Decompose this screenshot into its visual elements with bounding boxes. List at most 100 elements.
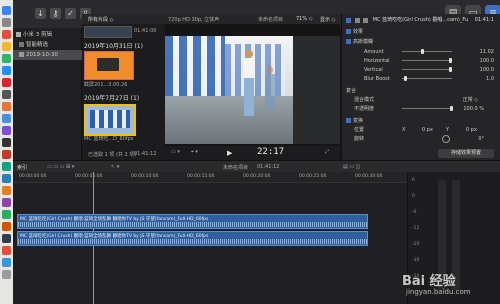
app-icon-orange-3[interactable] — [2, 222, 11, 231]
import-icon[interactable]: ↓ — [35, 8, 46, 19]
blend-mode-select[interactable]: 正常 ◇ — [463, 96, 478, 104]
save-preset-button[interactable]: 存储效果预置 — [438, 149, 494, 158]
app-icon-red[interactable] — [2, 30, 11, 39]
app-icon-purple[interactable] — [2, 126, 11, 135]
timeline-tools-icons[interactable]: ▭ ▭ ▭ ⊞ ▾ — [47, 164, 74, 170]
app-icon-blue-4[interactable] — [2, 258, 11, 267]
app-icon-orange[interactable] — [2, 102, 11, 111]
param-value[interactable]: 11.02 — [480, 48, 494, 56]
app-icon-blue-2[interactable] — [2, 114, 11, 123]
event-item-selected[interactable]: 2019-10-30 — [13, 50, 87, 60]
param-value[interactable]: 1.0 — [486, 75, 494, 83]
opacity-value[interactable]: 100.0 % — [463, 105, 484, 113]
app-icon-orange-2[interactable] — [2, 186, 11, 195]
meter-tick: -20 — [412, 242, 420, 247]
checkbox-blur[interactable] — [346, 39, 351, 44]
fullscreen-icon[interactable]: ⤢ — [325, 149, 329, 155]
app-icon-red-2[interactable] — [2, 78, 11, 87]
param-slider[interactable] — [402, 76, 452, 81]
date-group-header[interactable]: 2019年10月31日 (1) — [84, 41, 143, 50]
timeline-clip[interactable]: MC 蓝琦吃吃(Girl Crush) 翻唱·蓝琦全场乱舞 翻唱你TV by J… — [17, 231, 368, 246]
meter-tick: 0 — [412, 194, 415, 199]
app-icon-red-3[interactable] — [2, 150, 11, 159]
tool-select-icon[interactable]: ↖ ▾ — [111, 164, 119, 170]
param-value[interactable]: 100.0 — [480, 66, 494, 74]
timeline-view-icons[interactable]: ▤ ▭ ◫ — [343, 164, 360, 170]
finder-icon[interactable] — [2, 6, 11, 15]
launchpad-icon[interactable] — [2, 18, 11, 27]
app-icon-purple-2[interactable] — [2, 198, 11, 207]
composite-label: 复合 — [346, 88, 357, 94]
app-icon-blue-3[interactable] — [2, 174, 11, 183]
transform-section[interactable]: 变换 — [346, 117, 498, 125]
slider-knob[interactable] — [404, 76, 408, 81]
clip-thumbnail-top[interactable] — [84, 26, 132, 38]
ruler-tick: 00:00:00:00 — [19, 174, 47, 179]
opacity-row: 不透明度 100.0 % — [346, 105, 498, 113]
effect-name: 高斯模糊 — [353, 39, 374, 45]
library-item-label: 小米 3 剪辑 — [23, 32, 52, 38]
audio-inspector-icon[interactable] — [354, 17, 360, 23]
info-inspector-icon[interactable] — [363, 17, 369, 23]
rotation-value[interactable]: 0° — [478, 135, 484, 143]
position-row: 位置 X 0 px Y 0 px — [346, 126, 498, 134]
param-slider[interactable] — [402, 67, 452, 72]
slider-knob[interactable] — [449, 67, 452, 72]
composite-section[interactable]: 复合 — [346, 87, 498, 95]
final-cut-icon[interactable] — [2, 138, 11, 147]
effects-section[interactable]: 效果 — [346, 28, 498, 36]
meter-tick: -6 — [412, 210, 417, 215]
effect-gaussian-blur[interactable]: 高斯模糊 — [346, 38, 498, 46]
param-value[interactable]: 100.0 — [480, 57, 494, 65]
date-group-header[interactable]: 2019年7月27日 (1) — [84, 93, 139, 102]
clip-thumbnail-selected[interactable] — [84, 104, 136, 136]
check-icon[interactable]: ✓ — [65, 8, 76, 19]
trash-icon[interactable] — [2, 270, 11, 279]
inspector-clip-title: MC 蓝琦吃吃(Girl Crush) 翻唱...cam)_Full-HD_60… — [372, 17, 468, 23]
person-head — [245, 50, 253, 58]
param-slider[interactable] — [402, 49, 452, 54]
display-select[interactable]: 显示 ◇ — [320, 16, 335, 23]
timeline-duration: 01:41:12 — [257, 164, 280, 170]
timeline-clip[interactable]: MC 蓝琦吃吃(Girl Crush) 翻唱·蓝琦全场乱舞 翻唱你TV by J… — [17, 214, 368, 229]
effects-label: 效果 — [353, 29, 364, 35]
rotation-label: 旋转 — [354, 136, 365, 142]
checkbox-effects[interactable] — [346, 29, 351, 34]
app-icon-teal[interactable] — [2, 162, 11, 171]
play-icon[interactable]: ▶ — [227, 149, 232, 157]
app-icon-green-2[interactable] — [2, 210, 11, 219]
position-y-value[interactable]: 0 px — [466, 126, 477, 134]
index-button[interactable]: 索引 — [17, 164, 27, 171]
timeline-ruler[interactable]: 00:00:00:00 00:00:05:00 00:00:10:00 00:0… — [13, 172, 407, 183]
position-x-value[interactable]: 0 px — [422, 126, 433, 134]
app-icon-red-4[interactable] — [2, 246, 11, 255]
timeline[interactable]: 00:00:00:00 00:00:05:00 00:00:10:00 00:0… — [13, 172, 407, 304]
video-inspector-icon[interactable] — [346, 17, 351, 23]
smart-collection-item[interactable]: 智能精选 — [13, 40, 87, 50]
slider-knob[interactable] — [449, 58, 452, 63]
meter-tick: -12 — [412, 226, 420, 231]
viewer-mode-menu[interactable]: ▭ ▾ — [171, 149, 180, 155]
ruler-tick: 00:00:05:00 — [75, 174, 103, 179]
app-icon-yellow[interactable] — [2, 42, 11, 51]
app-icon-blue[interactable] — [2, 66, 11, 75]
rotation-dial[interactable] — [442, 135, 450, 143]
viewer-tool-menu[interactable]: ⌖ ▾ — [191, 149, 198, 155]
app-icon-green[interactable] — [2, 54, 11, 63]
browser-filter[interactable]: 所有片段 ◇ — [88, 16, 113, 23]
slider-knob[interactable] — [420, 49, 424, 54]
app-icon-dark[interactable] — [2, 234, 11, 243]
slider-knob[interactable] — [450, 106, 453, 111]
zoom-select[interactable]: 71% ◇ — [296, 16, 313, 22]
app-icon-gray[interactable] — [2, 90, 11, 99]
video-frame[interactable] — [165, 36, 340, 144]
dark-right-area — [293, 36, 340, 144]
keyword-icon[interactable]: ⚷ — [50, 8, 61, 19]
clip-thumbnail-orange[interactable] — [84, 51, 134, 80]
checkbox-transform[interactable] — [346, 118, 351, 123]
viewer: ▭ ▾ ⌖ ▾ ▶ 22:17 ⤢ — [165, 24, 340, 160]
opacity-slider[interactable] — [402, 106, 453, 111]
timecode-display[interactable]: 22:17 — [257, 147, 284, 157]
param-slider[interactable] — [402, 58, 452, 63]
library-item[interactable]: 小米 3 剪辑 — [13, 30, 81, 40]
